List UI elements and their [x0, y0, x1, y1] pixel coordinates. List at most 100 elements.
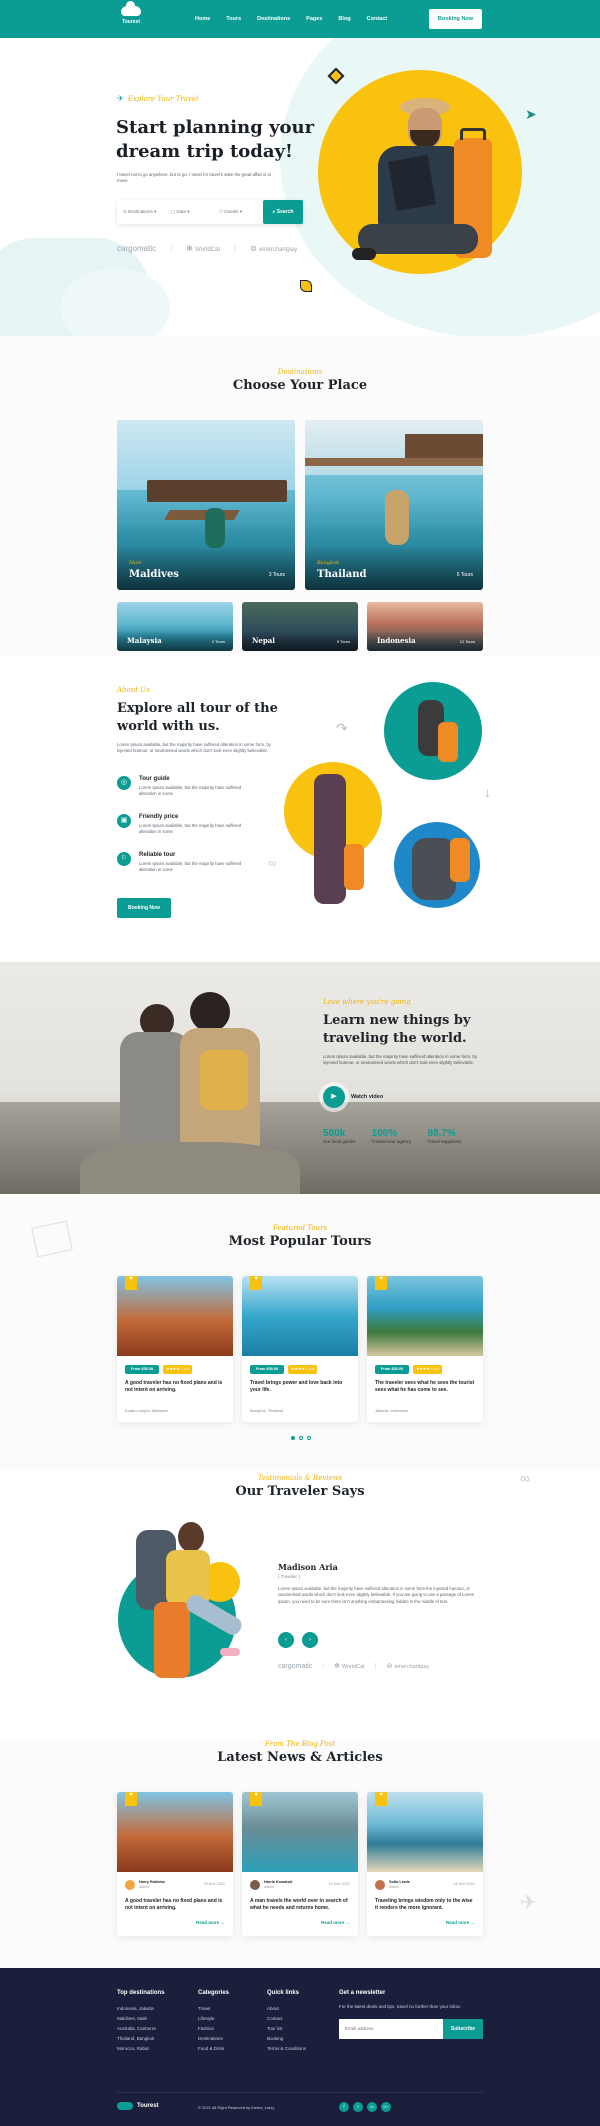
footer-link[interactable]: Fashion: [198, 2024, 229, 2034]
bookmark-icon[interactable]: ♥: [125, 1792, 137, 1806]
arrow-right-icon: →: [470, 1920, 476, 1925]
destination-tours: 5 Tours: [336, 639, 350, 644]
logo[interactable]: Tourest: [116, 1, 146, 32]
footer-link[interactable]: About: [267, 2004, 306, 2014]
twitter-icon[interactable]: t: [353, 2102, 363, 2112]
rating-badge: ★★★★☆ 4.5: [288, 1365, 318, 1374]
facebook-icon[interactable]: f: [339, 2102, 349, 2112]
about-tag: About Us: [117, 686, 150, 694]
logo-text: Tourest: [122, 19, 140, 25]
read-more-link[interactable]: Read more →: [196, 1920, 225, 1925]
footer-divider: [117, 2092, 483, 2093]
destination-tours: 3 Tours: [268, 572, 285, 578]
footer-link[interactable]: Indonesia, Jakarta: [117, 2004, 165, 2014]
linkedin-icon[interactable]: in: [367, 2102, 377, 2112]
partner-worldcat: ✻ WorldCat: [186, 244, 221, 253]
bookmark-icon[interactable]: ♥: [125, 1276, 137, 1290]
testimonial-title: Our Traveler Says: [235, 1484, 365, 1499]
destination-card-malaysia[interactable]: Malaysia 2 Tours: [117, 602, 233, 651]
footer-link[interactable]: Contact: [267, 2014, 306, 2024]
nav-tours[interactable]: Tours: [226, 16, 241, 22]
nav-contact[interactable]: Contact: [367, 16, 387, 22]
destination-card-indonesia[interactable]: Indonesia 12 Tours: [367, 602, 483, 651]
partner-cargomatic: cargomatic: [117, 244, 157, 253]
read-more-link[interactable]: Read more →: [321, 1920, 350, 1925]
subscribe-button[interactable]: Subscribe: [443, 2018, 483, 2039]
nav-blog[interactable]: Blog: [338, 16, 350, 22]
bookmark-icon[interactable]: ♥: [250, 1276, 262, 1290]
tour-price: From $35.00: [125, 1365, 159, 1374]
tour-location: Jakarta, Indonesia: [375, 1408, 408, 1413]
destination-card-nepal[interactable]: Nepal 5 Tours: [242, 602, 358, 651]
footer-col-categories: Categories Travel Lifestyle Fashion Dest…: [198, 1990, 229, 2054]
footer-link[interactable]: Lifestyle: [198, 2014, 229, 2024]
newsletter-form: Subscribe: [339, 2018, 483, 2039]
bookmark-icon[interactable]: ♥: [250, 1792, 262, 1806]
news-date: 25 Nov 2021: [453, 1882, 475, 1886]
date-select[interactable]: ▢ Date ▾: [171, 209, 219, 215]
footer-link[interactable]: Food & Drink: [198, 2044, 229, 2054]
nav-destinations[interactable]: Destinations: [257, 16, 290, 22]
footer-col-quick-links: Quick links About Contact Tour list Book…: [267, 1990, 306, 2054]
footer-link[interactable]: Booking: [267, 2034, 306, 2044]
news-card[interactable]: ♥ Sofia Lewis Admin 25 Nov 2021 Travelin…: [367, 1792, 483, 1936]
bookmark-icon[interactable]: ♥: [375, 1792, 387, 1806]
destination-sub: Male: [129, 560, 142, 566]
next-button[interactable]: ›: [302, 1632, 318, 1648]
destination-card-maldives[interactable]: Male Maldives 3 Tours: [117, 420, 295, 590]
footer-link[interactable]: Thailand, Bangkok: [117, 2034, 165, 2044]
hero-section: ✈ Explore Your Travel Start planning you…: [0, 38, 600, 336]
nav-home[interactable]: Home: [195, 16, 210, 22]
learn-title: Learn new things by traveling the world.: [323, 1013, 471, 1046]
stat-happiness: 98.7% Travel happiness: [427, 1128, 462, 1144]
partner-worldcat: ✻ WorldCat: [334, 1663, 365, 1670]
destination-tours: 5 Tours: [456, 572, 473, 578]
footer-link[interactable]: Destinations: [198, 2034, 229, 2044]
news-title: Latest News & Articles: [217, 1750, 383, 1765]
avatar: [375, 1880, 385, 1890]
tour-card[interactable]: ♥ From $35.00 ★★★★☆ 4.5 A good traveler …: [117, 1276, 233, 1422]
guests-select[interactable]: ⚇ Guests ▾: [219, 209, 263, 215]
news-author-role: Admin: [264, 1885, 274, 1889]
testimonial-section: Testimonials & Reviews Our Traveler Says…: [0, 1470, 600, 1740]
destination-select[interactable]: ⊙ Destinations ▾: [117, 209, 171, 215]
news-card[interactable]: ♥ Harry Robbins Admin 25 Nov 2021 A good…: [117, 1792, 233, 1936]
about-booking-button[interactable]: Booking Now: [117, 898, 171, 918]
destination-card-thailand[interactable]: Bangkok Thailand 5 Tours: [305, 420, 483, 590]
destination-name: Indonesia: [377, 636, 416, 645]
tour-card[interactable]: ♥ From $35.00 ★★★★☆ 4.5 The traveler see…: [367, 1276, 483, 1422]
news-date: 25 Nov 2021: [203, 1882, 225, 1886]
bookmark-icon[interactable]: ♥: [375, 1276, 387, 1290]
header-booking-button[interactable]: Booking Now: [429, 9, 482, 29]
learn-stats: 500k Our local guides 100% Trusted tour …: [323, 1128, 462, 1144]
tour-location: Bangkok, Thailand: [250, 1408, 284, 1413]
footer-link[interactable]: Travel: [198, 2004, 229, 2014]
tour-card[interactable]: ♥ From $35.00 ★★★★☆ 4.5 Travel brings po…: [242, 1276, 358, 1422]
hero-search-button[interactable]: ⌕ Search: [263, 200, 303, 224]
footer-link[interactable]: Morocco, Rabat: [117, 2044, 165, 2054]
curved-arrow-icon: ↓: [484, 784, 491, 800]
partner-cargomatic: cargomatic: [278, 1662, 313, 1670]
leaf-icon: [300, 280, 312, 292]
footer-logo[interactable]: Tourest: [117, 2102, 159, 2110]
nav-pages[interactable]: Pages: [306, 16, 322, 22]
footer-link[interactable]: Tour list: [267, 2024, 306, 2034]
carousel-dots[interactable]: [291, 1436, 311, 1440]
read-more-link[interactable]: Read more →: [446, 1920, 475, 1925]
learn-hero-image: [80, 982, 300, 1194]
news-card[interactable]: ♥ Harris Kowalski Admin 25 Nov 2021 A ma…: [242, 1792, 358, 1936]
arrow-right-icon: ›: [309, 1637, 311, 1643]
news-author: Harry Robbins: [139, 1880, 166, 1884]
testimonial-name: Madison Aria: [278, 1562, 338, 1572]
footer-link[interactable]: Maldives, Malé: [117, 2014, 165, 2024]
walking-icon: ⚐: [117, 852, 131, 866]
watch-video-button[interactable]: ▶ Watch video: [323, 1086, 383, 1108]
email-input[interactable]: [339, 2018, 443, 2039]
footer-link[interactable]: Australia, Canberra: [117, 2024, 165, 2034]
curved-arrow-icon: ↷: [336, 720, 348, 736]
footer-link[interactable]: Terms & Conditions: [267, 2044, 306, 2054]
google-plus-icon[interactable]: G+: [381, 2102, 391, 2112]
prev-button[interactable]: ‹: [278, 1632, 294, 1648]
news-title: A man travels the world over in search o…: [250, 1898, 348, 1911]
copyright: © 2021 All Right Reserved by theme_crazy: [198, 2105, 275, 2110]
